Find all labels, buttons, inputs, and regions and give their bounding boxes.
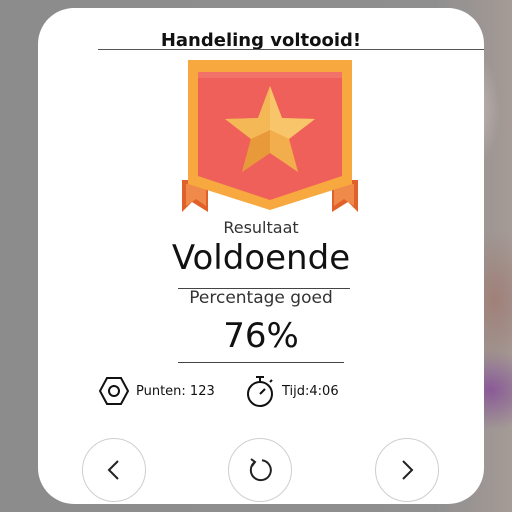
completion-dialog: Handeling voltooid! Resultaat Voldoende … [38, 8, 484, 504]
percentage-divider [178, 362, 344, 363]
dialog-title: Handeling voltooid! [160, 30, 362, 51]
result-value: Voldoende [171, 238, 351, 278]
points-stat: Punten: 123 [98, 374, 215, 408]
stopwatch-icon [247, 376, 273, 407]
retry-button[interactable] [228, 438, 292, 502]
chevron-left-icon [107, 460, 119, 480]
time-stat: Tijd:4:06 [244, 374, 339, 408]
result-label: Resultaat [223, 218, 299, 237]
next-button[interactable] [375, 438, 439, 502]
time-text: Tijd:4:06 [282, 383, 339, 399]
star-banner-icon [182, 60, 358, 212]
retry-icon [249, 458, 272, 482]
chevron-right-icon [402, 460, 414, 480]
previous-button[interactable] [82, 438, 146, 502]
points-text: Punten: 123 [136, 383, 215, 399]
title-divider [98, 49, 484, 50]
percentage-label: Percentage goed [189, 288, 333, 308]
percentage-value: 76% [223, 316, 299, 356]
hexagon-nut-icon [98, 377, 130, 405]
